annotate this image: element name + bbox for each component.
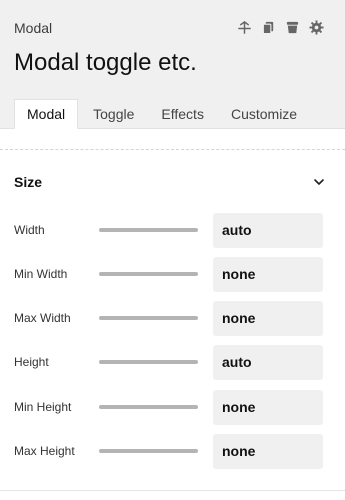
size-row-min-height: Min Height (14, 389, 323, 425)
section-title: Size (14, 174, 43, 190)
panel-header: Modal Modal toggle etc. Modal Toggle Eff… (0, 0, 345, 129)
row-label: Max Width (14, 311, 71, 325)
min-width-slider[interactable] (99, 272, 198, 276)
min-height-input[interactable] (213, 389, 323, 425)
section-divider (0, 149, 345, 150)
max-height-slider[interactable] (99, 449, 198, 453)
row-label: Width (14, 223, 45, 237)
width-slider[interactable] (99, 228, 198, 232)
pin-icon[interactable] (236, 19, 253, 36)
gear-icon[interactable] (308, 19, 325, 36)
trash-icon[interactable] (284, 19, 301, 36)
size-row-max-width: Max Width (14, 300, 323, 336)
row-label: Height (14, 355, 49, 369)
min-height-slider[interactable] (99, 405, 198, 409)
width-input[interactable] (213, 212, 323, 248)
chevron-down-icon (313, 176, 325, 188)
tab-effects[interactable]: Effects (149, 99, 216, 129)
size-row-max-height: Max Height (14, 433, 323, 469)
header-actions (236, 19, 325, 36)
size-row-min-width: Min Width (14, 256, 323, 292)
max-height-input[interactable] (213, 433, 323, 469)
tab-toggle[interactable]: Toggle (81, 99, 146, 129)
height-input[interactable] (213, 344, 323, 380)
max-width-slider[interactable] (99, 316, 198, 320)
page-title: Modal toggle etc. (14, 49, 197, 76)
tab-bar: Modal Toggle Effects Customize (14, 99, 312, 129)
row-label: Min Width (14, 267, 68, 281)
min-width-input[interactable] (213, 256, 323, 292)
size-section-toggle[interactable]: Size (14, 171, 325, 193)
max-width-input[interactable] (213, 300, 323, 336)
size-row-height: Height (14, 344, 323, 380)
copy-icon[interactable] (260, 19, 277, 36)
row-label: Max Height (14, 444, 75, 458)
height-slider[interactable] (99, 360, 198, 364)
tab-customize[interactable]: Customize (219, 99, 309, 129)
size-row-width: Width (14, 212, 323, 248)
row-label: Min Height (14, 400, 72, 414)
tab-modal[interactable]: Modal (14, 99, 79, 129)
section-bottom-divider (0, 490, 345, 491)
panel-subtitle: Modal (14, 20, 53, 36)
